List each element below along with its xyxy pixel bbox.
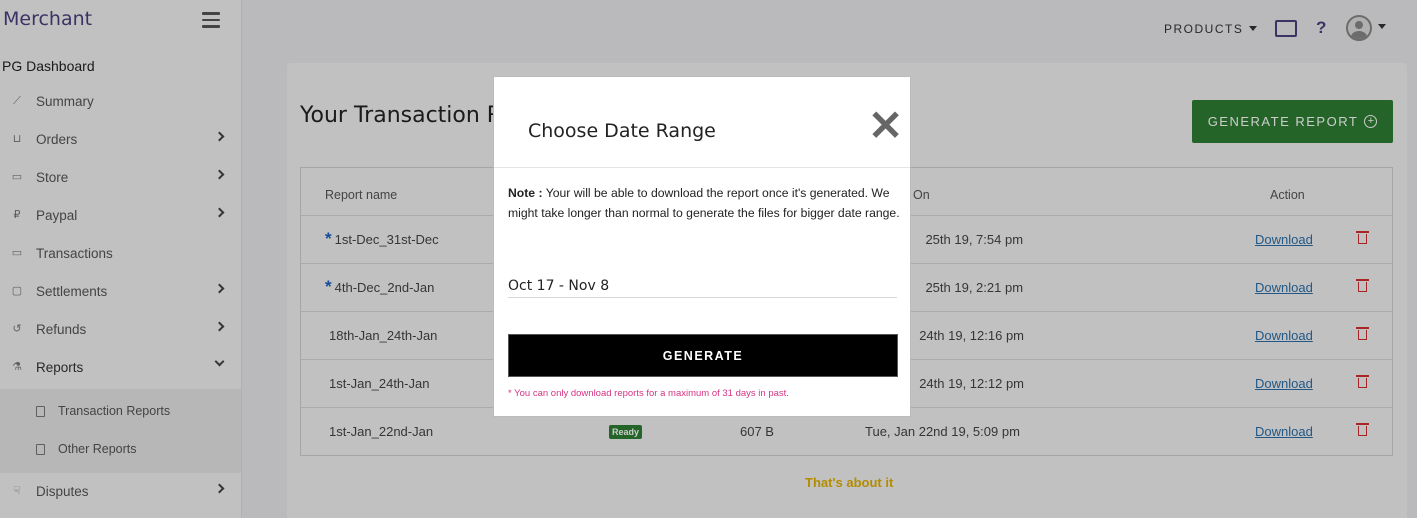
date-limit-warning: * You can only download reports for a ma… (508, 388, 789, 399)
note-label: Note : (508, 186, 543, 200)
modal-title: Choose Date Range (528, 120, 716, 142)
date-range-modal: Choose Date Range ✕ Note : Your will be … (493, 76, 911, 417)
divider (494, 167, 910, 168)
date-range-input[interactable] (508, 275, 897, 298)
close-icon[interactable]: ✕ (868, 105, 903, 147)
note-text: Your will be able to download the report… (508, 186, 900, 220)
generate-button[interactable]: GENERATE (508, 334, 898, 377)
modal-note: Note : Your will be able to download the… (508, 183, 904, 223)
